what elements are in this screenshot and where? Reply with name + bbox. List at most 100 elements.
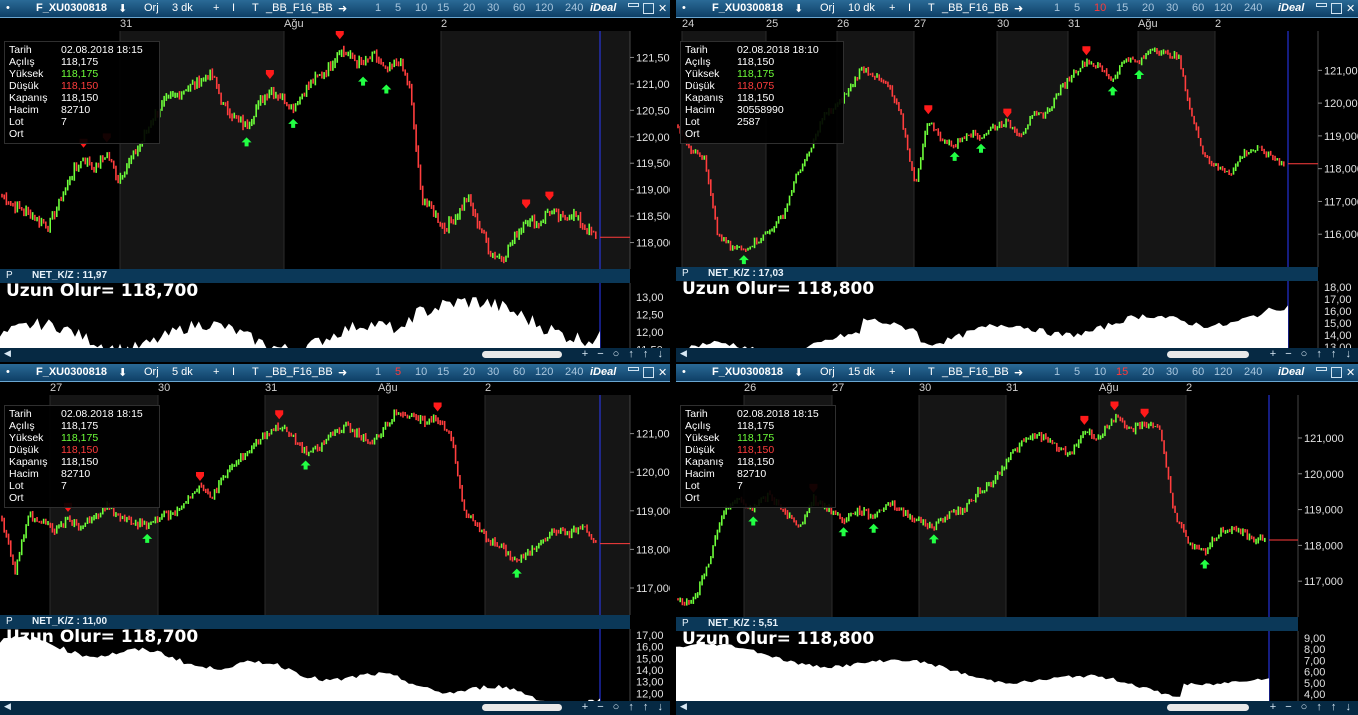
orj-selector[interactable]: Orj: [144, 2, 159, 14]
cursor-icon[interactable]: I: [232, 366, 235, 378]
template-selector[interactable]: _BB_F16_BB: [266, 366, 333, 378]
template-selector[interactable]: _BB_F16_BB: [266, 2, 333, 14]
period-30[interactable]: 30: [487, 2, 499, 14]
symbol-label[interactable]: F_XU0300818: [36, 2, 107, 14]
period-15[interactable]: 15: [437, 366, 449, 378]
scroll-left-icon[interactable]: ◀: [680, 701, 687, 712]
forward-icon[interactable]: ➜: [1014, 2, 1023, 15]
symbol-label[interactable]: F_XU0300818: [712, 2, 783, 14]
scroll-thumb[interactable]: [482, 351, 562, 358]
period-30[interactable]: 30: [487, 366, 499, 378]
chart-scrollbar[interactable]: ◀ + − ○ ↑ ↑ ↓: [0, 348, 670, 362]
period-15[interactable]: 15: [1116, 366, 1128, 378]
period-15[interactable]: 15: [437, 2, 449, 14]
zoom-controls[interactable]: + − ○ ↑ ↑ ↓: [582, 348, 666, 360]
period-60[interactable]: 60: [1192, 2, 1204, 14]
pin-icon[interactable]: •: [6, 366, 10, 378]
text-tool-icon[interactable]: T: [928, 2, 935, 14]
orj-selector[interactable]: Orj: [820, 366, 835, 378]
period-1[interactable]: 1: [1054, 366, 1060, 378]
forward-icon[interactable]: ➜: [338, 2, 347, 15]
pin-icon[interactable]: •: [6, 2, 10, 14]
close-icon[interactable]: ✕: [1346, 2, 1355, 15]
scroll-thumb[interactable]: [482, 704, 562, 711]
period-20[interactable]: 20: [463, 366, 475, 378]
minimize-icon[interactable]: [628, 3, 639, 7]
add-icon[interactable]: +: [213, 2, 219, 14]
pin-icon[interactable]: •: [682, 2, 686, 14]
minimize-icon[interactable]: [1316, 3, 1327, 7]
forward-icon[interactable]: ➜: [1014, 366, 1023, 379]
close-icon[interactable]: ✕: [1346, 366, 1355, 379]
scroll-thumb[interactable]: [1167, 351, 1249, 358]
chart-scrollbar[interactable]: ◀ + − ○ ↑ ↑ ↓: [0, 701, 670, 715]
period-60[interactable]: 60: [1192, 366, 1204, 378]
interval-selector[interactable]: 15 dk: [848, 366, 875, 378]
symbol-label[interactable]: F_XU0300818: [712, 366, 783, 378]
maximize-icon[interactable]: [1331, 367, 1342, 378]
period-60[interactable]: 60: [513, 366, 525, 378]
cursor-icon[interactable]: I: [908, 366, 911, 378]
chart-scrollbar[interactable]: ◀ + − ○ ↑ ↑ ↓: [676, 348, 1358, 362]
add-icon[interactable]: +: [889, 2, 895, 14]
download-icon[interactable]: ⬇: [794, 366, 803, 379]
period-1[interactable]: 1: [375, 2, 381, 14]
period-10[interactable]: 10: [415, 2, 427, 14]
interval-selector[interactable]: 3 dk: [172, 2, 193, 14]
period-120[interactable]: 120: [535, 2, 553, 14]
add-icon[interactable]: +: [889, 366, 895, 378]
scroll-thumb[interactable]: [1167, 704, 1249, 711]
text-tool-icon[interactable]: T: [928, 366, 935, 378]
period-30[interactable]: 30: [1166, 366, 1178, 378]
download-icon[interactable]: ⬇: [794, 2, 803, 15]
interval-selector[interactable]: 10 dk: [848, 2, 875, 14]
forward-icon[interactable]: ➜: [338, 366, 347, 379]
orj-selector[interactable]: Orj: [820, 2, 835, 14]
text-tool-icon[interactable]: T: [252, 2, 259, 14]
zoom-controls[interactable]: + − ○ ↑ ↑ ↓: [1270, 348, 1354, 360]
interval-selector[interactable]: 5 dk: [172, 366, 193, 378]
zoom-controls[interactable]: + − ○ ↑ ↑ ↓: [582, 701, 666, 713]
period-5[interactable]: 5: [1074, 366, 1080, 378]
template-selector[interactable]: _BB_F16_BB: [942, 366, 1009, 378]
period-1[interactable]: 1: [375, 366, 381, 378]
maximize-icon[interactable]: [643, 367, 654, 378]
period-5[interactable]: 5: [1074, 2, 1080, 14]
scroll-left-icon[interactable]: ◀: [680, 348, 687, 359]
maximize-icon[interactable]: [1331, 3, 1342, 14]
symbol-label[interactable]: F_XU0300818: [36, 366, 107, 378]
cursor-icon[interactable]: I: [232, 2, 235, 14]
period-10[interactable]: 10: [415, 366, 427, 378]
period-240[interactable]: 240: [565, 2, 583, 14]
scroll-left-icon[interactable]: ◀: [4, 348, 11, 359]
close-icon[interactable]: ✕: [658, 366, 667, 379]
period-60[interactable]: 60: [513, 2, 525, 14]
cursor-icon[interactable]: I: [908, 2, 911, 14]
add-icon[interactable]: +: [213, 366, 219, 378]
download-icon[interactable]: ⬇: [118, 2, 127, 15]
period-5[interactable]: 5: [395, 2, 401, 14]
period-20[interactable]: 20: [1142, 366, 1154, 378]
minimize-icon[interactable]: [1316, 367, 1327, 371]
orj-selector[interactable]: Orj: [144, 366, 159, 378]
period-20[interactable]: 20: [463, 2, 475, 14]
period-240[interactable]: 240: [1244, 2, 1262, 14]
scroll-left-icon[interactable]: ◀: [4, 701, 11, 712]
pin-icon[interactable]: •: [682, 366, 686, 378]
period-15[interactable]: 15: [1116, 2, 1128, 14]
text-tool-icon[interactable]: T: [252, 366, 259, 378]
chart-scrollbar[interactable]: ◀ + − ○ ↑ ↑ ↓: [676, 701, 1358, 715]
period-240[interactable]: 240: [565, 366, 583, 378]
template-selector[interactable]: _BB_F16_BB: [942, 2, 1009, 14]
period-5[interactable]: 5: [395, 366, 401, 378]
period-120[interactable]: 120: [1214, 366, 1232, 378]
download-icon[interactable]: ⬇: [118, 366, 127, 379]
maximize-icon[interactable]: [643, 3, 654, 14]
minimize-icon[interactable]: [628, 367, 639, 371]
period-1[interactable]: 1: [1054, 2, 1060, 14]
period-10[interactable]: 10: [1094, 366, 1106, 378]
zoom-controls[interactable]: + − ○ ↑ ↑ ↓: [1270, 701, 1354, 713]
period-240[interactable]: 240: [1244, 366, 1262, 378]
period-120[interactable]: 120: [535, 366, 553, 378]
period-10[interactable]: 10: [1094, 2, 1106, 14]
